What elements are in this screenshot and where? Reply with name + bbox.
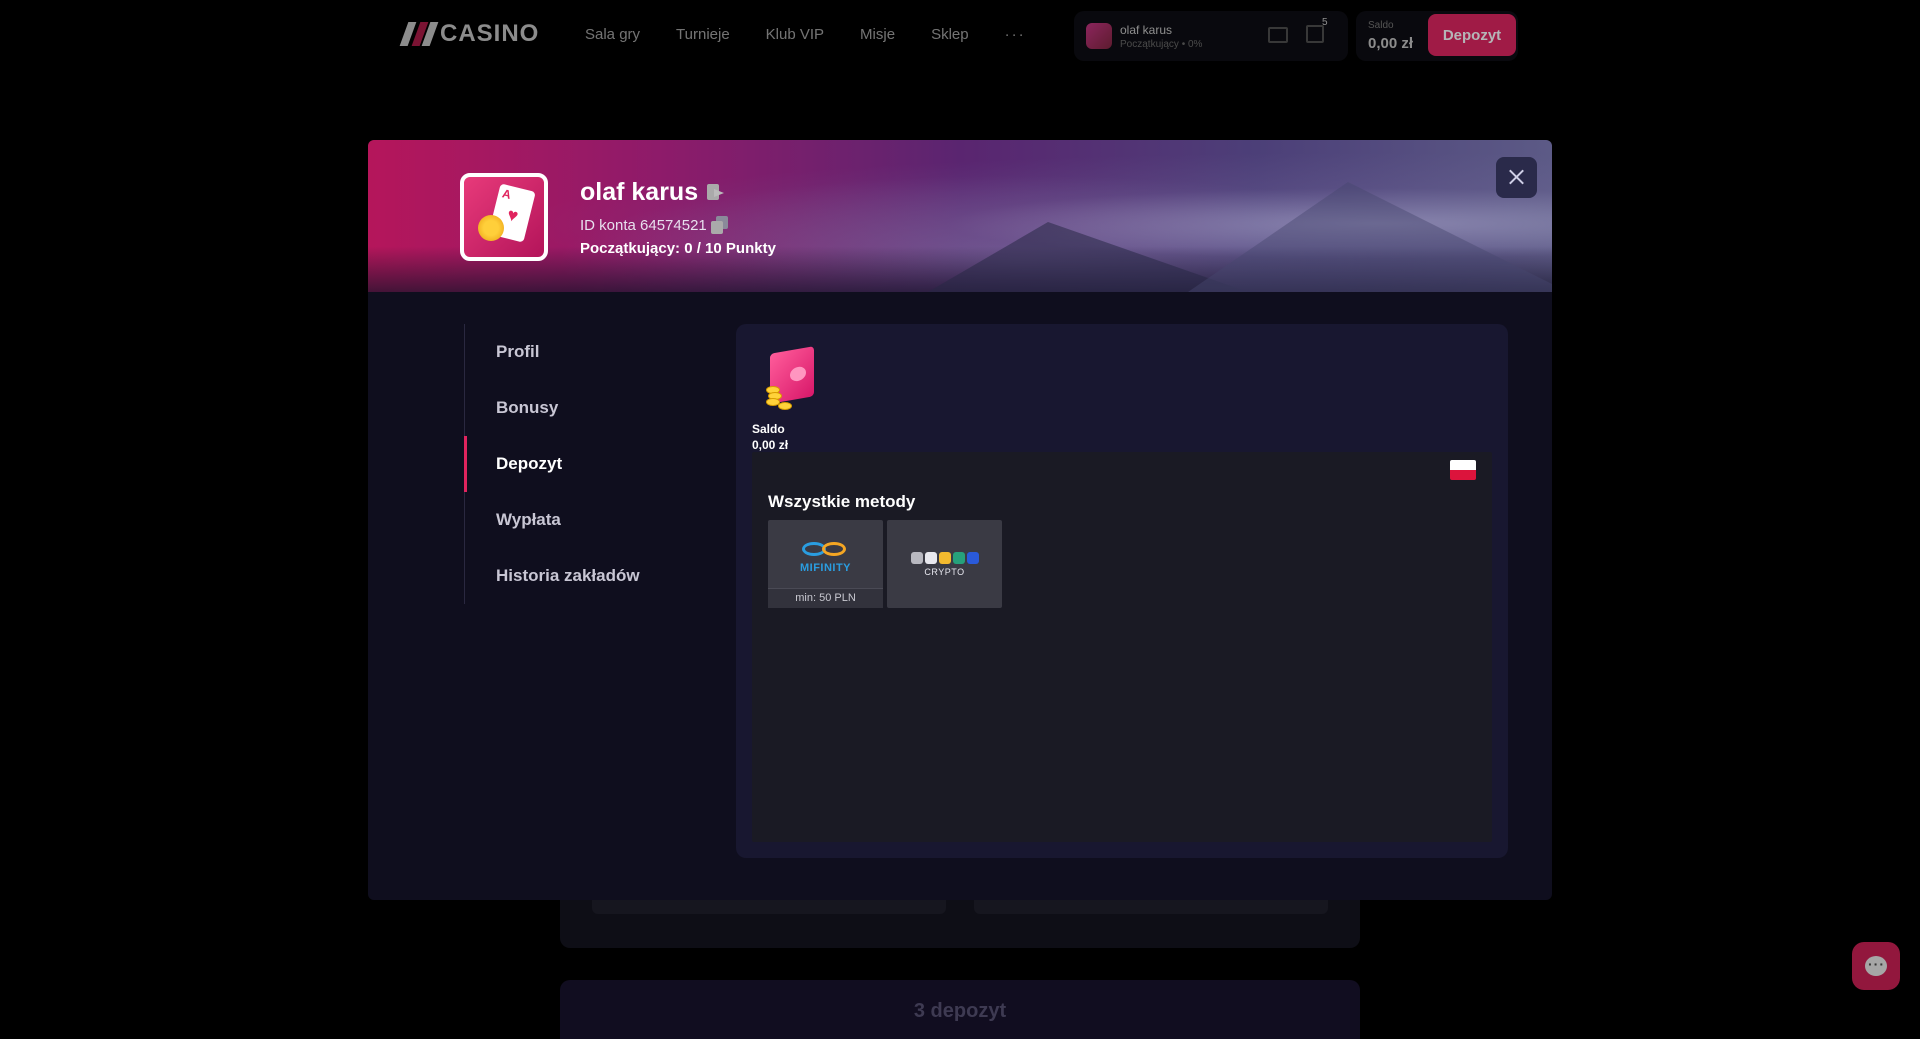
profile-username: olaf karus (580, 178, 726, 207)
profile-banner: olaf karus ID konta 64574521 Początkując… (368, 140, 1552, 292)
balance-value: 0,00 zł (1368, 35, 1414, 52)
casino-chip-icon (478, 215, 504, 241)
chat-button[interactable] (1852, 942, 1900, 990)
header-deposit-button[interactable]: Depozyt (1428, 14, 1516, 56)
logo-text: CASINO (440, 20, 540, 47)
user-avatar (1086, 23, 1112, 49)
payment-method-crypto[interactable]: CRYPTO (887, 520, 1002, 608)
wallet-icon (764, 346, 816, 410)
user-chip[interactable]: olaf karus Początkujący • 0% 5 (1074, 11, 1348, 61)
logout-icon[interactable] (706, 183, 726, 203)
level-progress-text: Początkujący: 0 / 10 Punkty (580, 240, 776, 257)
mifinity-min-amount: min: 50 PLN (768, 588, 883, 608)
nav-item-misje[interactable]: Misje (860, 26, 895, 43)
profile-avatar (460, 173, 548, 261)
account-id: ID konta 64574521 (580, 216, 729, 234)
account-id-text: ID konta 64574521 (580, 216, 707, 234)
logo-mark-icon (399, 22, 439, 46)
payment-methods-box: Wszystkie metody MIFINITY min: 50 PLN CR… (752, 452, 1492, 842)
casino-logo[interactable]: CASINO (399, 20, 540, 48)
methods-title: Wszystkie metody (768, 492, 916, 511)
saldo-value: 0,00 zł (752, 438, 789, 452)
modal-sidebar: Profil Bonusy Depozyt Wypłata Historia z… (464, 324, 694, 604)
saldo-label: Saldo (752, 422, 785, 436)
mifinity-logo-icon (798, 540, 854, 562)
sidebar-item-depozyt[interactable]: Depozyt (464, 436, 695, 492)
payment-method-mifinity[interactable]: MIFINITY min: 50 PLN (768, 520, 883, 608)
poland-flag-icon[interactable] (1450, 460, 1476, 480)
nav-item-sala-gry[interactable]: Sala gry (585, 26, 640, 43)
copy-icon[interactable] (710, 216, 729, 234)
sidebar-item-bonusy[interactable]: Bonusy (465, 380, 695, 436)
nav-item-klub-vip[interactable]: Klub VIP (766, 26, 824, 43)
chat-icon (1865, 956, 1887, 976)
user-chip-level: Początkujący • 0% (1120, 38, 1203, 50)
crypto-name: CRYPTO (924, 567, 965, 577)
sidebar-item-profil[interactable]: Profil (465, 324, 695, 380)
close-modal-button[interactable] (1496, 157, 1537, 198)
nav-item-sklep[interactable]: Sklep (931, 26, 969, 43)
nav-more-icon[interactable]: ··· (1005, 26, 1026, 43)
balance-label: Saldo (1368, 20, 1394, 31)
background-section-title: 3 depozyt (560, 980, 1360, 1039)
sidebar-item-historia-zakladow[interactable]: Historia zakładów (465, 548, 695, 604)
top-bar: CASINO Sala gry Turnieje Klub VIP Misje … (0, 0, 1920, 70)
account-modal: olaf karus ID konta 64574521 Początkując… (368, 140, 1552, 900)
nav-item-turnieje[interactable]: Turnieje (676, 26, 730, 43)
sidebar-item-wyplata[interactable]: Wypłata (465, 492, 695, 548)
deposit-panel: Saldo 0,00 zł Wszystkie metody MIFINITY … (736, 324, 1508, 858)
gift-count-badge: 5 (1322, 17, 1328, 28)
user-chip-name: olaf karus (1120, 22, 1173, 37)
main-nav: Sala gry Turnieje Klub VIP Misje Sklep ·… (585, 26, 1026, 43)
mail-icon[interactable] (1268, 27, 1288, 43)
username-text: olaf karus (580, 178, 699, 206)
crypto-coins-icon (911, 552, 979, 564)
mifinity-name: MIFINITY (799, 562, 852, 574)
